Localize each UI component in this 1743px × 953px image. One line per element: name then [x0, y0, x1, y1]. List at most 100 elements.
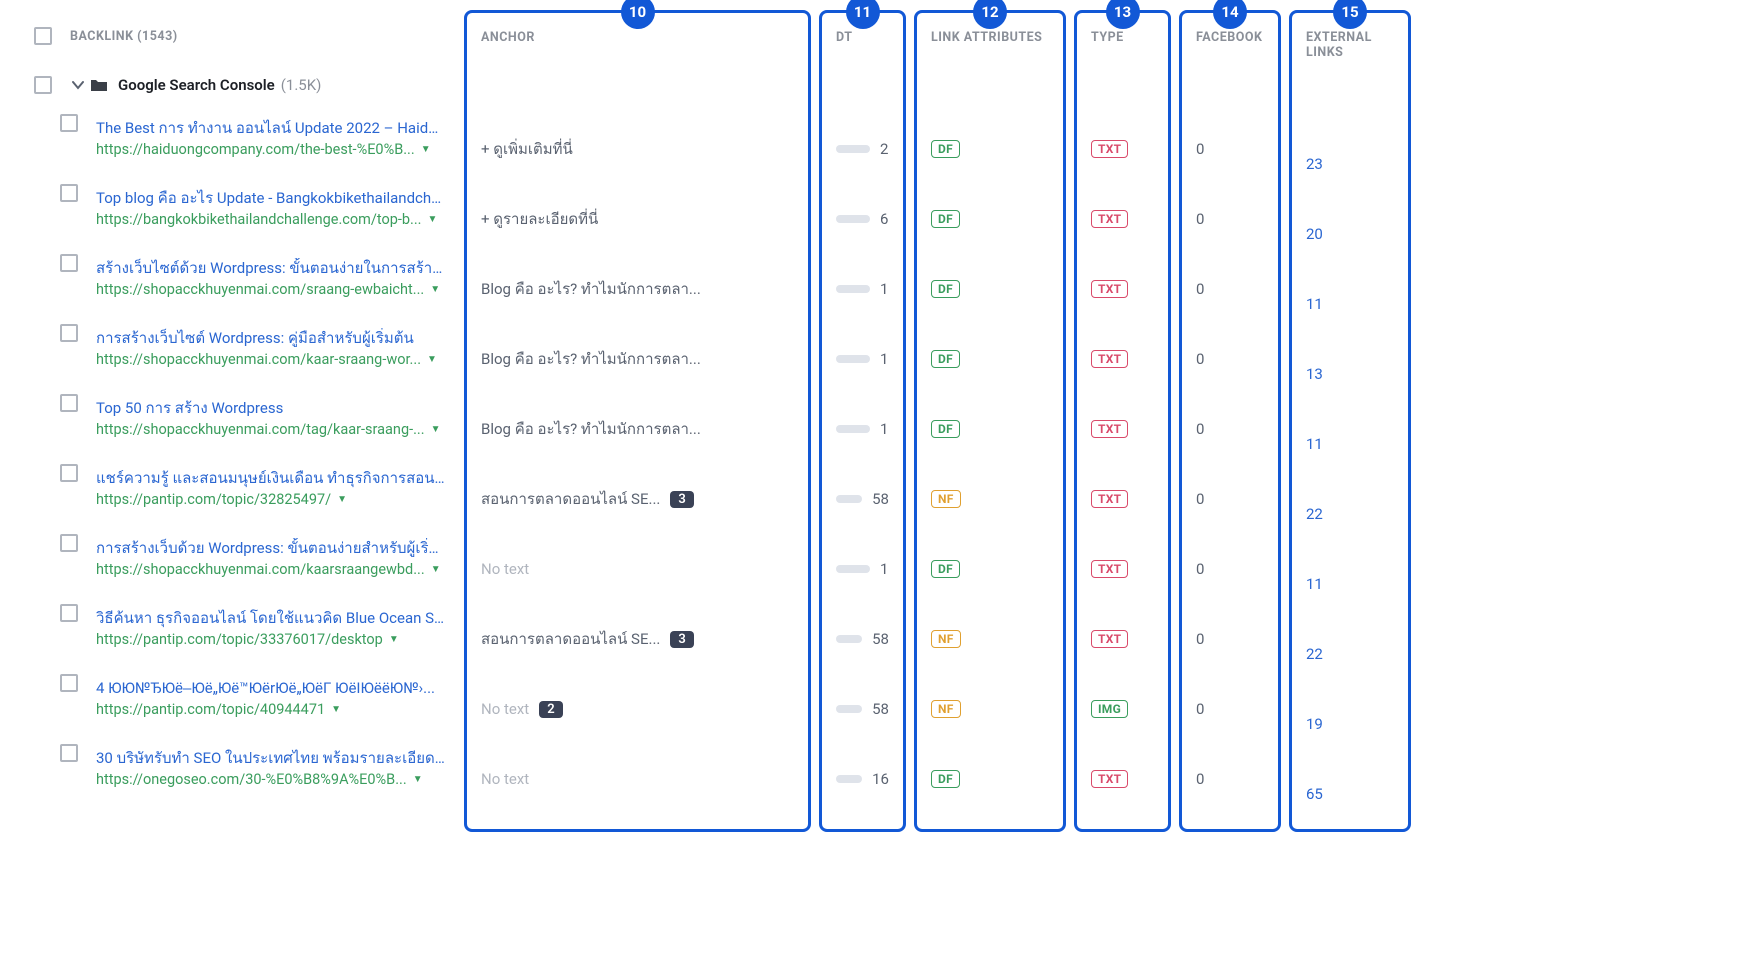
link-attribute-tag: NF	[931, 630, 961, 648]
backlink-column: BACKLINK (1543)Google Search Console(1.5…	[10, 10, 460, 832]
url-dropdown-icon[interactable]: ▼	[431, 422, 441, 437]
backlink-url[interactable]: https://onegoseo.com/30-%E0%B8%9A%E0%B..…	[96, 769, 446, 791]
row-checkbox[interactable]	[60, 674, 78, 692]
anchor-column: 10ANCHOR+ ดูเพิ่มเติมที่นี่+ ดูรายละเอีย…	[464, 10, 811, 832]
anchor-count-badge: 3	[670, 491, 693, 508]
external-links-value[interactable]: 22	[1306, 505, 1323, 523]
backlink-title[interactable]: Top 50 การ สร้าง Wordpress	[96, 398, 446, 419]
external-links-value[interactable]: 13	[1306, 365, 1323, 383]
data-cell: 11	[1292, 409, 1408, 479]
row-checkbox[interactable]	[60, 534, 78, 552]
column-spacer	[822, 62, 903, 114]
backlink-url[interactable]: https://shopacckhuyenmai.com/tag/kaar-sr…	[96, 419, 446, 441]
data-cell: DF	[917, 534, 1063, 604]
url-dropdown-icon[interactable]: ▼	[413, 772, 423, 787]
type-tag: TXT	[1091, 140, 1128, 158]
data-cell: TXT	[1077, 604, 1168, 674]
link-attribute-tag: DF	[931, 420, 960, 438]
url-dropdown-icon[interactable]: ▼	[431, 562, 441, 577]
dt-bar	[836, 285, 870, 293]
row-checkbox[interactable]	[60, 604, 78, 622]
dt-bar	[836, 565, 870, 573]
anchor-text: Blog คือ อะไร? ทำไมนักการตลา...	[481, 417, 701, 441]
backlink-url[interactable]: https://shopacckhuyenmai.com/sraang-ewba…	[96, 279, 446, 301]
row-checkbox[interactable]	[60, 324, 78, 342]
type-tag: TXT	[1091, 350, 1128, 368]
type-tag: TXT	[1091, 210, 1128, 228]
select-all-checkbox[interactable]	[34, 27, 52, 45]
backlink-header: BACKLINK (1543)	[10, 10, 460, 62]
external-links-value[interactable]: 11	[1306, 435, 1323, 453]
type-tag: TXT	[1091, 490, 1128, 508]
external-links-value[interactable]: 20	[1306, 225, 1323, 243]
column-spacer	[917, 62, 1063, 114]
facebook-value: 0	[1196, 700, 1204, 718]
data-cell: สอนการตลาดออนไลน์ SE...3	[467, 604, 808, 674]
data-cell: 65	[1292, 759, 1408, 829]
anchor-text: สอนการตลาดออนไลน์ SE...	[481, 627, 660, 651]
backlink-url[interactable]: https://shopacckhuyenmai.com/kaar-sraang…	[96, 349, 446, 371]
facebook-value: 0	[1196, 630, 1204, 648]
data-cell: Blog คือ อะไร? ทำไมนักการตลา...	[467, 254, 808, 324]
dt-column: 11DT26111581585816	[819, 10, 906, 832]
column-spacer	[1182, 62, 1278, 114]
url-dropdown-icon[interactable]: ▼	[430, 282, 440, 297]
backlink-title[interactable]: การสร้างเว็บด้วย Wordpress: ขั้นตอนง่ายส…	[96, 538, 446, 559]
type-tag: TXT	[1091, 630, 1128, 648]
external-links-value[interactable]: 19	[1306, 715, 1323, 733]
link-attribute-tag: DF	[931, 350, 960, 368]
group-row[interactable]: Google Search Console(1.5K)	[10, 62, 460, 108]
backlink-title[interactable]: Top blog คือ อะไร Update - Bangkokbiketh…	[96, 188, 446, 209]
external-links-value[interactable]: 11	[1306, 295, 1323, 313]
backlink-text: การสร้างเว็บไซต์ Wordpress: คู่มือสำหรับ…	[96, 324, 446, 371]
row-checkbox[interactable]	[60, 184, 78, 202]
url-dropdown-icon[interactable]: ▼	[428, 212, 438, 227]
backlink-text: Top 50 การ สร้าง Wordpresshttps://shopac…	[96, 394, 446, 441]
backlink-url[interactable]: https://haiduongcompany.com/the-best-%E0…	[96, 139, 446, 161]
url-dropdown-icon[interactable]: ▼	[389, 632, 399, 647]
row-checkbox[interactable]	[60, 744, 78, 762]
backlink-text: สร้างเว็บไซต์ด้วย Wordpress: ขั้นตอนง่าย…	[96, 254, 446, 301]
external-links-value[interactable]: 65	[1306, 785, 1323, 803]
row-checkbox[interactable]	[60, 114, 78, 132]
type-tag: TXT	[1091, 420, 1128, 438]
dt-bar	[836, 425, 870, 433]
backlink-url[interactable]: https://pantip.com/topic/32825497/▼	[96, 489, 446, 511]
backlink-row: การสร้างเว็บด้วย Wordpress: ขั้นตอนง่ายส…	[36, 528, 460, 598]
backlink-url[interactable]: https://bangkokbikethailandchallenge.com…	[96, 209, 446, 231]
backlink-title[interactable]: สร้างเว็บไซต์ด้วย Wordpress: ขั้นตอนง่าย…	[96, 258, 446, 279]
backlink-url[interactable]: https://pantip.com/topic/40944471▼	[96, 699, 446, 721]
url-dropdown-icon[interactable]: ▼	[421, 142, 431, 157]
group-checkbox[interactable]	[34, 76, 52, 94]
backlink-url[interactable]: https://pantip.com/topic/33376017/deskto…	[96, 629, 446, 651]
row-checkbox[interactable]	[60, 394, 78, 412]
data-cell: 6	[822, 184, 903, 254]
url-dropdown-icon[interactable]: ▼	[427, 352, 437, 367]
external-links-value[interactable]: 23	[1306, 155, 1323, 173]
dt-value: 1	[880, 560, 888, 578]
backlink-url[interactable]: https://shopacckhuyenmai.com/kaarsraange…	[96, 559, 446, 581]
link-attribute-tag: DF	[931, 140, 960, 158]
row-checkbox[interactable]	[60, 464, 78, 482]
group-count: (1.5K)	[281, 76, 322, 94]
dt-bar	[836, 775, 862, 783]
url-dropdown-icon[interactable]: ▼	[337, 492, 347, 507]
chevron-down-icon[interactable]	[70, 80, 86, 90]
data-cell: 58	[822, 604, 903, 674]
row-checkbox[interactable]	[60, 254, 78, 272]
external-links-value[interactable]: 11	[1306, 575, 1323, 593]
type-tag: TXT	[1091, 280, 1128, 298]
url-dropdown-icon[interactable]: ▼	[331, 702, 341, 717]
backlink-title[interactable]: 30 บริษัทรับทำ SEO ในประเทศไทย พร้อมรายล…	[96, 748, 446, 769]
backlink-title[interactable]: The Best การ ทํางาน ออนไลน์ Update 2022 …	[96, 118, 446, 139]
backlink-title[interactable]: แชร์ความรู้ และสอนมนุษย์เงินเดือน ทำธุรก…	[96, 468, 446, 489]
data-cell: 1	[822, 394, 903, 464]
data-cell: 11	[1292, 549, 1408, 619]
dt-value: 2	[880, 140, 888, 158]
external-links-value[interactable]: 22	[1306, 645, 1323, 663]
data-cell: 20	[1292, 199, 1408, 269]
backlink-title[interactable]: การสร้างเว็บไซต์ Wordpress: คู่มือสำหรับ…	[96, 328, 446, 349]
backlink-title[interactable]: 4 ЮЮ№ЂЮё‒Юё„Юё™ЮёrЮё„ЮёГ ЮёIЮёёЮ№›...	[96, 678, 446, 699]
backlink-title[interactable]: วิธีค้นหา ธุรกิจออนไลน์ โดยใช้แนวคิด Blu…	[96, 608, 446, 629]
dt-value: 1	[880, 420, 888, 438]
